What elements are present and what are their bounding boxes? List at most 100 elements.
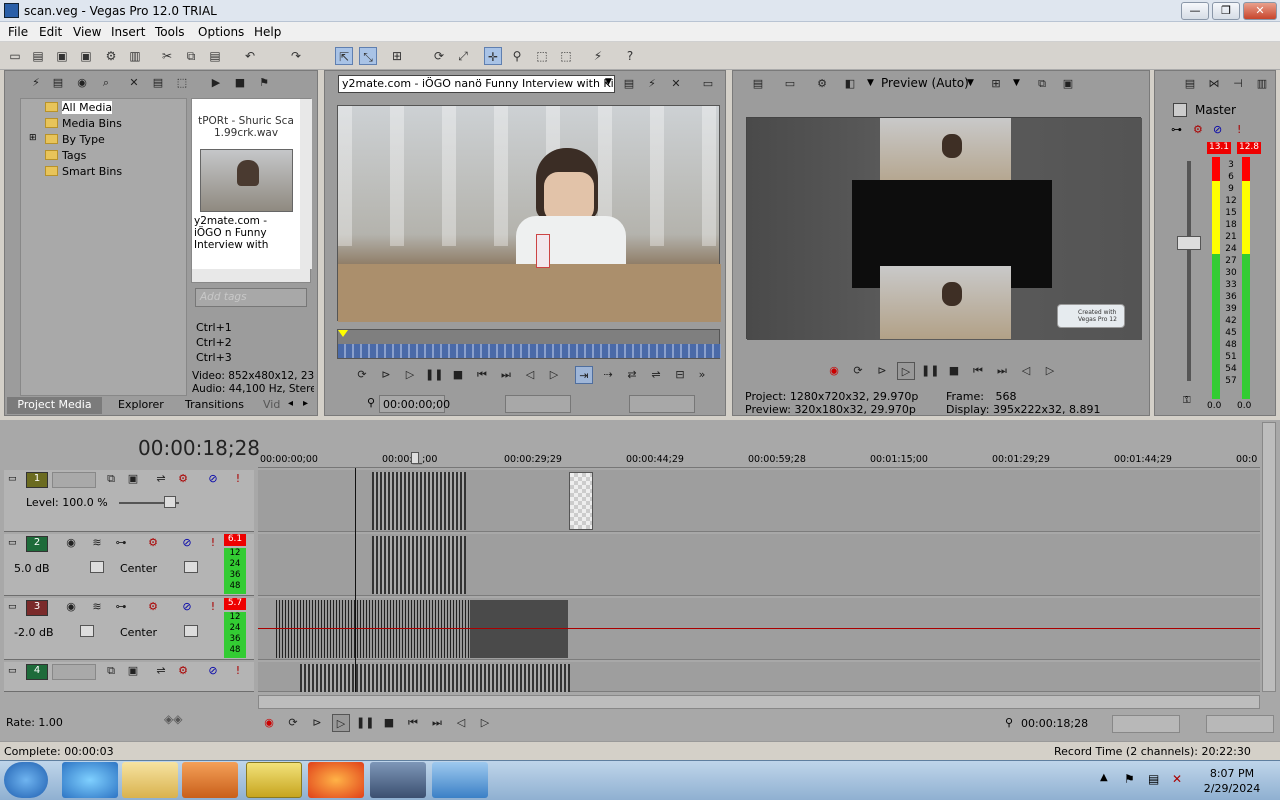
video-file-item[interactable]: y2mate.com - iÖGO n Funny Interview with	[194, 145, 296, 251]
play-icon[interactable]: ▷	[401, 366, 419, 384]
timeline-timecode[interactable]: 00:00:18;28	[1018, 715, 1088, 733]
level-slider-handle[interactable]	[164, 496, 176, 508]
overlays-icon[interactable]: ⊞	[987, 75, 1005, 93]
fit-to-fill-icon[interactable]: ⇄	[623, 366, 641, 384]
external-monitor-icon[interactable]: ▭	[781, 75, 799, 93]
trimmer-file-select[interactable]: y2mate.com - iÖGO nanö Funny Interview w…	[338, 75, 615, 93]
preview-properties-icon[interactable]: ▤	[749, 75, 767, 93]
trimmer-timeline-strip[interactable]	[337, 329, 721, 359]
solo-icon[interactable]: !	[204, 534, 222, 552]
region-icon[interactable]: ⬚	[557, 47, 575, 65]
tray-expand-icon[interactable]: ▲	[1100, 772, 1108, 783]
close-button[interactable]: ✕	[1243, 2, 1277, 20]
go-to-start-icon[interactable]: ⏮	[473, 366, 491, 384]
tree-item-media-bins[interactable]: Media Bins	[45, 117, 122, 130]
insert-icon[interactable]: ⇢	[599, 366, 617, 384]
go-to-end-icon[interactable]: ⏭	[993, 362, 1011, 380]
play-icon[interactable]: ▷	[332, 714, 350, 732]
downmix-icon[interactable]: ⋈	[1205, 75, 1223, 93]
menu-tools[interactable]: Tools	[155, 25, 185, 39]
go-to-end-icon[interactable]: ⏭	[428, 714, 446, 732]
go-to-start-icon[interactable]: ⏮	[969, 362, 987, 380]
master-fader-handle[interactable]	[1177, 236, 1201, 250]
track-insert-icon[interactable]: ⊶	[112, 534, 130, 552]
generated-media-clip[interactable]	[569, 472, 593, 530]
master-settings-icon[interactable]: ▥	[1253, 75, 1271, 93]
add-to-timeline-icon[interactable]: ⇥	[575, 366, 593, 384]
ignore-grouping-icon[interactable]: ✛	[484, 47, 502, 65]
volume-slider-handle[interactable]	[90, 561, 104, 573]
chevron-down-icon[interactable]: ▼	[967, 78, 974, 88]
tray-network-icon[interactable]: ▤	[1148, 772, 1159, 786]
mute-icon[interactable]: ⊘	[178, 598, 196, 616]
stop-icon[interactable]: ■	[945, 362, 963, 380]
paste-icon[interactable]: ▤	[206, 47, 224, 65]
prev-frame-icon[interactable]: ◁	[452, 714, 470, 732]
maximize-button[interactable]: ❐	[1212, 2, 1240, 20]
enable-snapping-icon[interactable]: ⚡	[589, 47, 607, 65]
tab-video-fx[interactable]: Vid	[263, 398, 280, 411]
preview-fx-icon[interactable]: ⚙	[813, 75, 831, 93]
chevron-down-icon[interactable]: ▼	[1013, 78, 1020, 88]
taskbar-explorer-icon[interactable]	[122, 762, 178, 798]
record-icon[interactable]: ◉	[260, 714, 278, 732]
taskbar-ie-icon[interactable]	[62, 762, 118, 798]
play-from-start-icon[interactable]: ⊳	[873, 362, 891, 380]
composite-mode-icon[interactable]: ⇌	[152, 470, 170, 488]
menu-options[interactable]: Options	[198, 25, 244, 39]
loop-icon[interactable]: ⟳	[849, 362, 867, 380]
import-media-icon[interactable]: ⚡	[27, 74, 45, 92]
auto-ripple-icon[interactable]: ⟳	[430, 47, 448, 65]
pan-slider-handle[interactable]	[184, 561, 198, 573]
minimize-button[interactable]: —	[1181, 2, 1209, 20]
solo-icon[interactable]: !	[229, 662, 247, 680]
taskbar-video-app-icon[interactable]	[370, 762, 426, 798]
taskbar-play-app-icon[interactable]	[432, 762, 488, 798]
mute-icon[interactable]: ⊘	[204, 470, 222, 488]
tray-clock[interactable]: 8:07 PM 2/29/2024	[1196, 766, 1268, 796]
track-settings-icon[interactable]: ⚙	[174, 662, 192, 680]
track-name-field[interactable]	[52, 472, 96, 488]
track-motion-icon[interactable]: ⧉	[102, 662, 120, 680]
track-insert-icon[interactable]: ⊶	[112, 598, 130, 616]
go-to-end-icon[interactable]: ⏭	[497, 366, 515, 384]
tree-item-smart-bins[interactable]: Smart Bins	[45, 165, 122, 178]
delete-icon[interactable]: ✕	[125, 74, 143, 92]
rate-slider-icon[interactable]: ◈◈	[164, 712, 188, 728]
properties-icon[interactable]: ▥	[126, 47, 144, 65]
new-icon[interactable]: ▭	[6, 47, 24, 65]
track-lane-4[interactable]	[258, 662, 1260, 692]
envelope-tool-icon[interactable]: ⤡	[359, 47, 377, 65]
audio-clip-silent[interactable]	[470, 600, 568, 658]
add-tags-input[interactable]: Add tags	[195, 288, 307, 307]
tray-volume-muted-icon[interactable]: ✕	[1172, 772, 1182, 786]
menu-file[interactable]: File	[8, 25, 28, 39]
trimmer-timecode[interactable]: 00:00:00;00	[379, 395, 450, 413]
track-collapse-icon[interactable]: ▭	[8, 538, 17, 548]
chevron-down-icon[interactable]: ▼	[867, 78, 874, 88]
audio-file-name[interactable]: tPORt - Shuric Sca 1.99crk.wav	[196, 115, 296, 139]
taskbar-vegas-icon[interactable]	[246, 762, 302, 798]
arm-record-icon[interactable]: ◉	[62, 534, 80, 552]
record-icon[interactable]: ◉	[825, 362, 843, 380]
selection-start[interactable]	[1112, 715, 1180, 733]
more-icon[interactable]: »	[693, 366, 711, 384]
video-clip[interactable]	[300, 664, 570, 692]
menu-edit[interactable]: Edit	[39, 25, 62, 39]
master-solo-icon[interactable]: !	[1237, 123, 1241, 136]
trimmer-monitor-icon[interactable]: ▭	[699, 75, 717, 93]
trimmer-out-point[interactable]	[629, 395, 695, 413]
tab-transitions[interactable]: Transitions	[185, 398, 244, 411]
render-icon[interactable]: ⚙	[102, 47, 120, 65]
track-settings-icon[interactable]: ⚙	[144, 598, 162, 616]
play-from-start-icon[interactable]: ⊳	[308, 714, 326, 732]
menu-help[interactable]: Help	[254, 25, 281, 39]
mute-icon[interactable]: ⊘	[204, 662, 222, 680]
snapping-icon[interactable]: ⊞	[388, 47, 406, 65]
arm-record-icon[interactable]: ◉	[62, 598, 80, 616]
volume-slider-handle[interactable]	[80, 625, 94, 637]
track-collapse-icon[interactable]: ▭	[8, 602, 17, 612]
lock-icon[interactable]: ⚿	[1183, 395, 1191, 406]
capture-icon[interactable]: ▤	[49, 74, 67, 92]
track-collapse-icon[interactable]: ▭	[8, 474, 17, 484]
